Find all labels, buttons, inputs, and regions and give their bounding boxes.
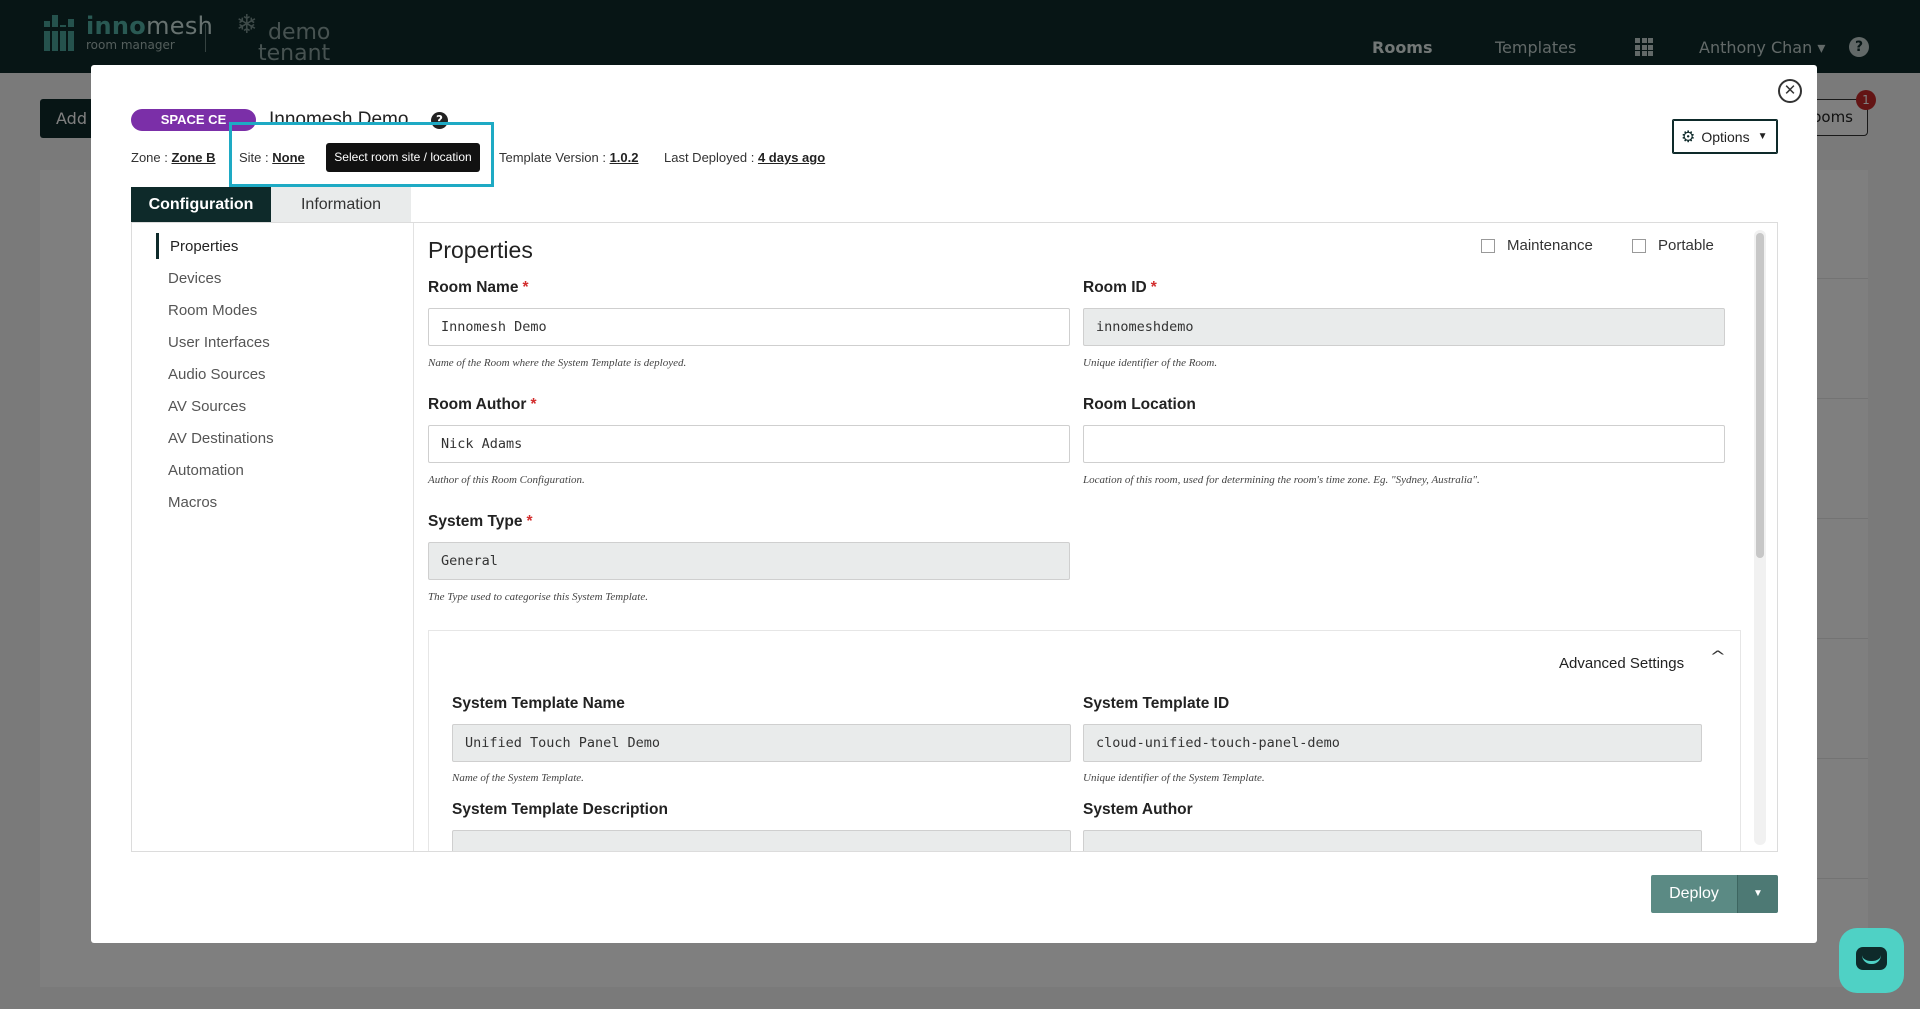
template-name-help: Name of the System Template.: [452, 772, 584, 784]
room-id-label-text: Room ID: [1083, 279, 1147, 296]
room-location-input[interactable]: [1083, 425, 1725, 463]
configuration-panel: Properties Devices Room Modes User Inter…: [131, 222, 1778, 852]
maintenance-label: Maintenance: [1507, 237, 1593, 254]
chat-support-button[interactable]: [1839, 928, 1904, 993]
zone-label: Zone :: [131, 150, 168, 165]
deploy-button[interactable]: Deploy: [1651, 875, 1737, 913]
sidebar-item-automation[interactable]: Automation: [168, 462, 244, 479]
template-description-label: System Template Description: [452, 801, 668, 818]
room-name-help: Name of the Room where the System Templa…: [428, 357, 687, 369]
system-type-select[interactable]: General: [428, 542, 1070, 580]
portable-checkbox[interactable]: Portable: [1632, 237, 1714, 254]
room-author-label-text: Room Author: [428, 396, 527, 413]
room-author-help: Author of this Room Configuration.: [428, 474, 585, 486]
room-name-input[interactable]: Innomesh Demo: [428, 308, 1070, 346]
sidebar-item-properties[interactable]: Properties: [170, 238, 238, 255]
template-id-help: Unique identifier of the System Template…: [1083, 772, 1265, 784]
room-author-label: Room Author *: [428, 396, 537, 413]
version-label: Template Version :: [499, 150, 606, 165]
sidebar-item-av-sources[interactable]: AV Sources: [168, 398, 246, 415]
checkbox-box: [1481, 238, 1495, 253]
scrollbar-thumb[interactable]: [1756, 233, 1764, 558]
portable-label: Portable: [1658, 237, 1714, 254]
advanced-settings-section: Advanced Settings ^ System Template Name…: [428, 630, 1741, 851]
zone-meta: Zone : Zone B: [131, 150, 216, 165]
template-description-input[interactable]: [452, 830, 1071, 851]
properties-content: Properties Maintenance Portable Room Nam…: [428, 223, 1762, 851]
room-id-help: Unique identifier of the Room.: [1083, 357, 1218, 369]
caret-down-icon: ▼: [1757, 131, 1768, 142]
focus-highlight: [229, 122, 494, 187]
template-name-label: System Template Name: [452, 695, 625, 712]
room-name-label: Room Name *: [428, 279, 529, 296]
deployed-meta: Last Deployed : 4 days ago: [664, 150, 825, 165]
room-config-modal: ✕ SPACE CE Innomesh Demo ? Zone : Zone B…: [91, 65, 1817, 943]
tab-information[interactable]: Information: [271, 187, 411, 222]
version-link[interactable]: 1.0.2: [610, 150, 639, 165]
config-sidebar: Properties Devices Room Modes User Inter…: [132, 223, 414, 851]
advanced-settings-toggle[interactable]: Advanced Settings: [1559, 655, 1684, 672]
template-id-label: System Template ID: [1083, 695, 1230, 712]
tab-configuration[interactable]: Configuration: [131, 187, 271, 222]
room-id-input[interactable]: innomeshdemo: [1083, 308, 1725, 346]
sidebar-item-av-destinations[interactable]: AV Destinations: [168, 430, 274, 447]
version-meta: Template Version : 1.0.2: [499, 150, 639, 165]
maintenance-checkbox[interactable]: Maintenance: [1481, 237, 1593, 254]
checkbox-box: [1632, 238, 1646, 253]
system-type-label-text: System Type: [428, 513, 523, 530]
template-name-input[interactable]: Unified Touch Panel Demo: [452, 724, 1071, 762]
system-type-label: System Type *: [428, 513, 533, 530]
chat-bubble-icon: [1856, 947, 1887, 970]
chevron-up-icon[interactable]: ^: [1710, 649, 1726, 665]
deploy-options-caret-icon[interactable]: ▼: [1737, 875, 1778, 913]
sidebar-item-user-interfaces[interactable]: User Interfaces: [168, 334, 270, 351]
sidebar-item-devices[interactable]: Devices: [168, 270, 221, 287]
room-location-help: Location of this room, used for determin…: [1083, 474, 1480, 486]
room-author-input[interactable]: Nick Adams: [428, 425, 1070, 463]
sidebar-item-room-modes[interactable]: Room Modes: [168, 302, 257, 319]
page-title: Properties: [428, 237, 533, 263]
system-type-help: The Type used to categorise this System …: [428, 591, 648, 603]
deploy-button-group: Deploy ▼: [1651, 875, 1778, 913]
zone-link[interactable]: Zone B: [171, 150, 215, 165]
sidebar-item-audio-sources[interactable]: Audio Sources: [168, 366, 266, 383]
room-id-label: Room ID *: [1083, 279, 1157, 296]
close-icon[interactable]: ✕: [1778, 79, 1802, 103]
deployed-link[interactable]: 4 days ago: [758, 150, 825, 165]
sidebar-item-macros[interactable]: Macros: [168, 494, 217, 511]
room-location-label: Room Location: [1083, 396, 1196, 413]
system-author-input[interactable]: [1083, 830, 1702, 851]
system-author-label: System Author: [1083, 801, 1193, 818]
options-dropdown-button[interactable]: ⚙ Options ▼: [1672, 119, 1778, 154]
active-indicator: [156, 233, 159, 259]
deployed-label: Last Deployed :: [664, 150, 755, 165]
gear-icon: ⚙: [1681, 128, 1696, 146]
template-id-input[interactable]: cloud-unified-touch-panel-demo: [1083, 724, 1702, 762]
options-label: Options: [1701, 128, 1750, 145]
room-name-label-text: Room Name: [428, 279, 519, 296]
